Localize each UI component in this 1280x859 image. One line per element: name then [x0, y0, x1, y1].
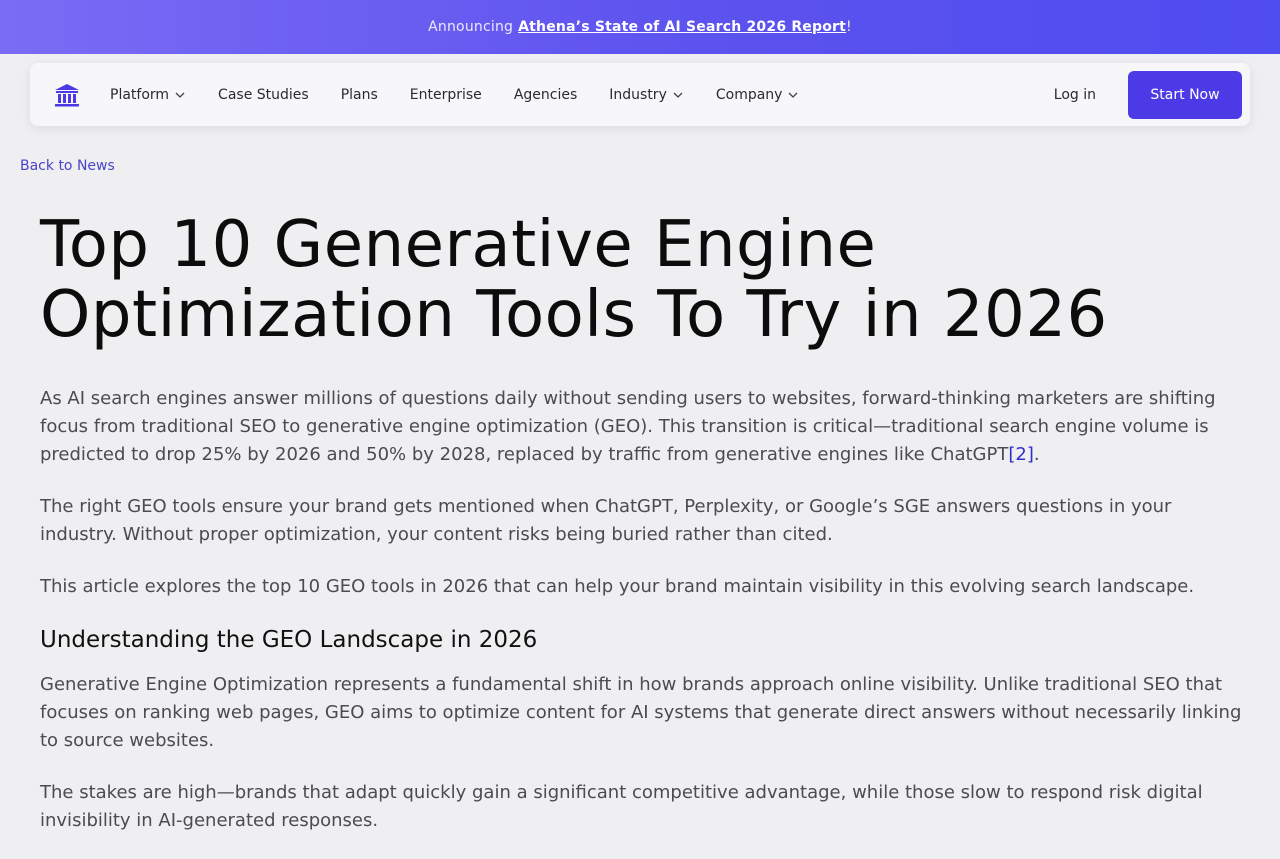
login-link[interactable]: Log in [1054, 87, 1096, 103]
bank-icon[interactable] [54, 82, 80, 108]
chevron-down-icon [673, 92, 683, 98]
nav-plans[interactable]: Plans [341, 87, 378, 103]
article-paragraph: This article explores the top 10 GEO too… [40, 576, 1195, 597]
citation-link[interactable]: [2] [1008, 444, 1034, 465]
announcement-suffix: ! [846, 19, 852, 35]
article-paragraph: As AI search engines answer millions of … [40, 385, 1250, 469]
main-navigation: Platform Case Studies Plans Enterprise A… [30, 63, 1250, 126]
start-now-button[interactable]: Start Now [1128, 70, 1242, 119]
back-to-news-link[interactable]: Back to News [20, 158, 115, 174]
article-body: As AI search engines answer millions of … [40, 385, 1250, 859]
nav-platform-label: Platform [110, 86, 170, 103]
announcement-prefix: Announcing [428, 19, 514, 35]
article-paragraph: The stakes are high—brands that adapt qu… [40, 782, 1203, 831]
article-title-line2: Optimization Tools To Try in 2026 [40, 278, 1108, 352]
nav-platform[interactable]: Platform [110, 87, 186, 103]
nav-industry[interactable]: Industry [609, 87, 684, 103]
announcement-link[interactable]: Athena’s State of AI Search 2026 Report [518, 19, 846, 35]
article-paragraph: Generative Engine Optimization represent… [40, 674, 1242, 751]
nav-agencies[interactable]: Agencies [514, 87, 577, 103]
article-paragraph: The right GEO tools ensure your brand ge… [40, 496, 1172, 545]
announcement-banner: Announcing Athena’s State of AI Search 2… [0, 0, 1280, 54]
nav-enterprise[interactable]: Enterprise [410, 87, 482, 103]
nav-case-studies-label: Case Studies [218, 86, 309, 103]
article-title-line1: Top 10 Generative Engine [40, 208, 877, 282]
nav-actions: Log in Start Now [1054, 70, 1250, 119]
nav-industry-label: Industry [609, 86, 667, 103]
nav-company-label: Company [715, 86, 783, 103]
nav-case-studies[interactable]: Case Studies [218, 87, 309, 103]
chevron-down-icon [789, 92, 798, 98]
nav-enterprise-label: Enterprise [409, 86, 482, 103]
nav-company[interactable]: Company [716, 87, 800, 103]
nav-agencies-label: Agencies [513, 86, 578, 103]
chevron-down-icon [175, 92, 185, 98]
section-heading: Understanding the GEO Landscape in 2026 [40, 627, 538, 653]
paragraph-end: . [1033, 444, 1040, 465]
nav-plans-label: Plans [340, 86, 378, 103]
article-title: Top 10 Generative Engine Optimization To… [40, 210, 1240, 350]
